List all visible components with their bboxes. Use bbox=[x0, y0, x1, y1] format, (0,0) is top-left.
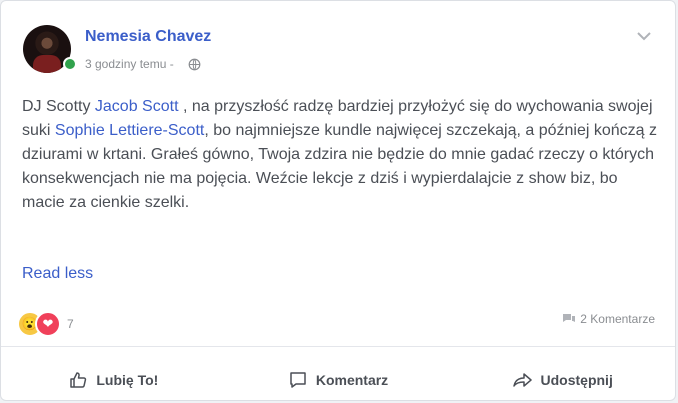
post-card: Nemesia Chavez 3 godziny temu - DJ Scott… bbox=[0, 0, 676, 401]
read-less-link[interactable]: Read less bbox=[22, 265, 93, 283]
reactions-summary[interactable]: 😮 ❤ 7 bbox=[17, 311, 74, 337]
like-button[interactable]: Lubię To! bbox=[1, 357, 226, 403]
comments-count-label: 2 Komentarze bbox=[580, 312, 655, 326]
comments-count[interactable]: 2 Komentarze bbox=[562, 312, 655, 326]
comment-button[interactable]: Komentarz bbox=[226, 357, 451, 403]
chevron-down-icon[interactable] bbox=[637, 31, 651, 41]
mention-jacob-scott[interactable]: Jacob Scott bbox=[95, 98, 179, 115]
mention-sophie-lettiere-scott[interactable]: Sophie Lettiere-Scott bbox=[55, 122, 204, 139]
divider bbox=[1, 346, 675, 347]
share-label: Udostępnij bbox=[540, 372, 613, 388]
globe-icon bbox=[188, 58, 201, 70]
comment-icon bbox=[290, 372, 306, 388]
reactions-count: 7 bbox=[67, 317, 74, 331]
share-button[interactable]: Udostępnij bbox=[450, 357, 675, 403]
online-status-indicator bbox=[63, 57, 77, 71]
post-time[interactable]: 3 godziny temu - bbox=[85, 57, 174, 71]
love-reaction-icon: ❤ bbox=[35, 311, 61, 337]
share-icon bbox=[512, 373, 532, 387]
like-icon bbox=[70, 372, 87, 388]
like-label: Lubię To! bbox=[96, 372, 159, 388]
comment-label: Komentarz bbox=[315, 372, 389, 388]
post-meta: 3 godziny temu - bbox=[85, 57, 201, 71]
post-actions: Lubię To! Komentarz Udostępnij bbox=[1, 357, 675, 403]
post-body: DJ Scotty Jacob Scott , na przyszłość ra… bbox=[22, 95, 662, 215]
post-text-1: DJ Scotty bbox=[22, 98, 95, 115]
comments-icon bbox=[563, 314, 576, 322]
author-name[interactable]: Nemesia Chavez bbox=[85, 28, 211, 46]
